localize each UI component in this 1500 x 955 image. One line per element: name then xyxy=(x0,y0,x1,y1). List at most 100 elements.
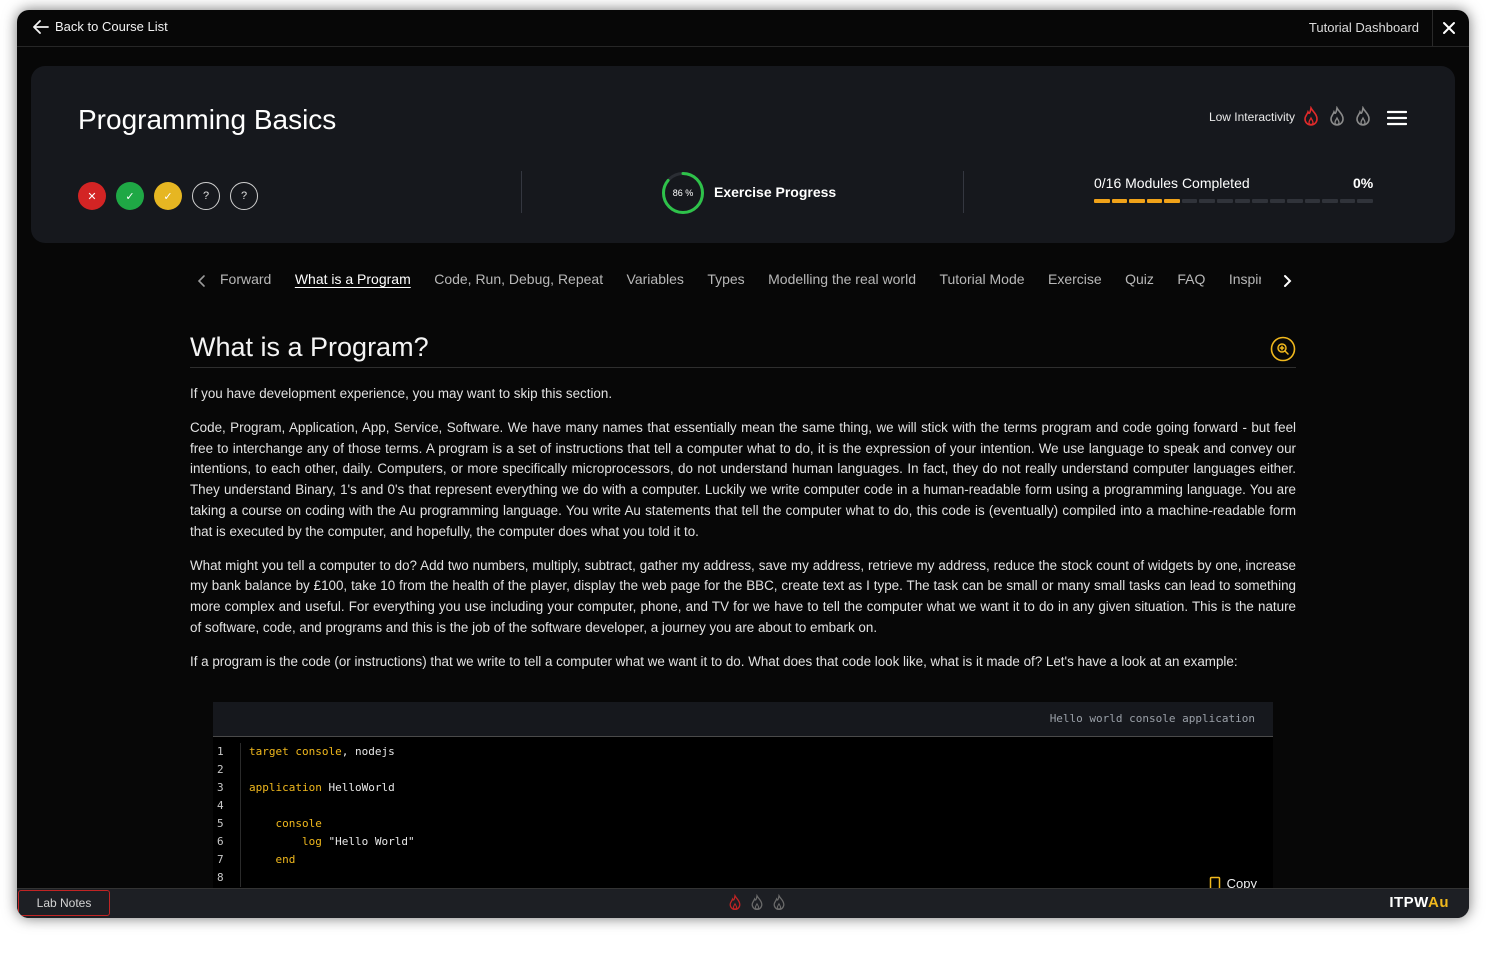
tab-code-run-debug-repeat[interactable]: Code, Run, Debug, Repeat xyxy=(434,271,603,287)
code-line-number: 8 xyxy=(213,869,241,887)
exercise-results-row: ✕ ✓ ✓ ? ? xyxy=(78,182,258,210)
topbar-divider xyxy=(1432,10,1433,46)
hamburger-menu-icon[interactable] xyxy=(1387,110,1407,126)
code-line-number: 7 xyxy=(213,851,241,869)
code-line: 6 log "Hello World" xyxy=(213,833,1273,851)
code-line-number: 4 xyxy=(213,797,241,815)
chevron-left-icon[interactable] xyxy=(192,271,212,291)
result-partial-badge[interactable]: ✓ xyxy=(154,182,182,210)
bottom-bar: Lab Notes ITPWAu xyxy=(17,888,1469,918)
brand-accent: Au xyxy=(1428,894,1449,911)
code-line-number: 5 xyxy=(213,815,241,833)
flame-active-icon xyxy=(729,894,741,910)
flame-active-icon xyxy=(1304,106,1318,126)
brand-main: ITPW xyxy=(1389,894,1428,911)
code-line: 4 xyxy=(213,797,1273,815)
tab-inspire[interactable]: Inspire xyxy=(1229,271,1261,287)
article-paragraph: Code, Program, Application, App, Service… xyxy=(190,419,1296,539)
code-caption: Hello world console application xyxy=(1049,712,1255,725)
course-title: Programming Basics xyxy=(78,104,337,135)
modules-progress-segment xyxy=(1094,199,1110,203)
modules-progress-segment xyxy=(1357,199,1373,203)
tab-quiz[interactable]: Quiz xyxy=(1125,271,1154,287)
result-pass-badge[interactable]: ✓ xyxy=(116,182,144,210)
result-unknown-badge[interactable]: ? xyxy=(230,182,258,210)
code-line: 5 console xyxy=(213,815,1273,833)
modules-progress-segment xyxy=(1269,199,1286,203)
code-line: 7 end xyxy=(213,851,1273,869)
arrow-left-icon xyxy=(33,19,49,34)
tutorial-dashboard-link[interactable]: Tutorial Dashboard xyxy=(1309,20,1419,35)
tab-list: Forward What is a Program Code, Run, Deb… xyxy=(220,271,1261,295)
modules-progress-segment xyxy=(1339,199,1356,203)
article-paragraph: If a program is the code (or instruction… xyxy=(190,653,1238,669)
modules-progress-segment xyxy=(1111,199,1128,203)
lab-notes-button[interactable]: Lab Notes xyxy=(18,890,110,916)
chevron-right-icon[interactable] xyxy=(1277,271,1297,291)
flame-inactive-icon xyxy=(1330,106,1344,126)
code-line: 8 xyxy=(213,869,1273,887)
flame-inactive-icon xyxy=(773,894,785,910)
tab-what-is-a-program[interactable]: What is a Program xyxy=(295,271,411,287)
result-fail-badge[interactable]: ✕ xyxy=(78,182,106,210)
article-paragraph: If you have development experience, you … xyxy=(190,386,613,401)
tab-faq[interactable]: FAQ xyxy=(1177,271,1205,287)
brand-logo: ITPWAu xyxy=(1389,894,1449,911)
header-divider xyxy=(521,171,522,213)
modules-progress-segment xyxy=(1287,199,1303,203)
code-line-content: log "Hello World" xyxy=(301,835,415,848)
article-paragraph: What might you tell a computer to do? Ad… xyxy=(190,557,1296,635)
modules-progress-segment xyxy=(1164,199,1180,203)
code-line-number: 1 xyxy=(213,743,241,761)
code-line-content: target console, nodejs xyxy=(249,745,395,758)
modules-progress-bar xyxy=(1094,199,1373,203)
interactivity-indicator: Low Interactivity xyxy=(1209,106,1373,128)
flame-inactive-icon xyxy=(751,894,763,910)
result-unknown-badge[interactable]: ? xyxy=(192,182,220,210)
back-link-label: Back to Course List xyxy=(55,19,168,34)
tab-exercise[interactable]: Exercise xyxy=(1048,271,1102,287)
modules-progress-segment xyxy=(1181,199,1198,203)
code-line: 2 xyxy=(213,761,1273,779)
top-bar: Back to Course List Tutorial Dashboard xyxy=(17,10,1469,47)
modules-progress-segment xyxy=(1146,199,1163,203)
modules-progress-segment xyxy=(1199,199,1215,203)
modules-progress-segment xyxy=(1304,199,1321,203)
tab-modelling-the-real-world[interactable]: Modelling the real world xyxy=(768,271,916,287)
header-divider xyxy=(963,171,964,213)
section-tabs: Forward What is a Program Code, Run, Deb… xyxy=(192,271,1292,295)
close-icon[interactable] xyxy=(1439,18,1459,38)
tab-tutorial-mode[interactable]: Tutorial Mode xyxy=(939,271,1024,287)
code-sample: Hello world console application 1 target … xyxy=(213,702,1273,902)
exercise-progress-label: Exercise Progress xyxy=(714,184,837,200)
code-line-number: 3 xyxy=(213,779,241,797)
tab-variables[interactable]: Variables xyxy=(627,271,684,287)
modules-completed-percent: 0% xyxy=(1353,175,1374,191)
app-window: Back to Course List Tutorial Dashboard P… xyxy=(17,10,1469,918)
zoom-in-icon[interactable] xyxy=(1270,336,1296,362)
article-content: What is a Program? If you have developme… xyxy=(190,332,1296,673)
code-body: 1 target console, nodejs 2 3 application Hel… xyxy=(213,737,1273,891)
course-header-card: Programming Basics Low Interactivity ✕ ✓… xyxy=(31,66,1455,243)
modules-progress-segment xyxy=(1216,199,1233,203)
code-line-content: console xyxy=(275,817,322,830)
modules-progress-segment xyxy=(1322,199,1338,203)
code-line: 3 application HelloWorld xyxy=(213,779,1273,797)
modules-progress-segment xyxy=(1129,199,1145,203)
tab-types[interactable]: Types xyxy=(707,271,744,287)
interactivity-label: Low Interactivity xyxy=(1208,110,1295,124)
interactivity-flames xyxy=(727,894,787,912)
code-line-content: end xyxy=(275,853,296,866)
flame-inactive-icon xyxy=(1356,106,1370,126)
code-line-number: 2 xyxy=(213,761,241,779)
tab-forward[interactable]: Forward xyxy=(220,271,271,287)
code-line-number: 6 xyxy=(213,833,241,851)
article-heading: What is a Program? xyxy=(190,332,1296,368)
code-line-content: application HelloWorld xyxy=(249,781,395,794)
modules-progress-segment xyxy=(1252,199,1268,203)
exercise-progress-value: 86 % xyxy=(672,188,694,198)
code-line-content xyxy=(241,869,249,887)
code-line-content xyxy=(241,797,249,815)
back-to-course-list-link[interactable]: Back to Course List xyxy=(33,19,168,34)
code-sample-header: Hello world console application xyxy=(213,702,1273,737)
